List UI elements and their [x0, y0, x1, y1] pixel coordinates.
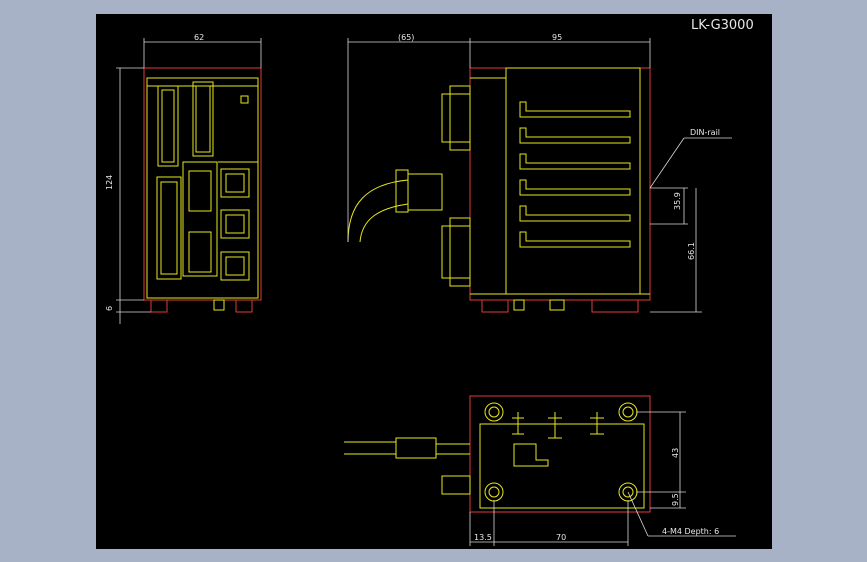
- dim-cable-length: (65): [398, 33, 414, 42]
- side-view: [347, 38, 732, 313]
- callout-din-rail: DIN-rail: [690, 128, 720, 137]
- dim-bottom-pitch-y: 43: [671, 448, 680, 458]
- dim-rail-height-2: 66.1: [687, 242, 696, 260]
- dim-bottom-edge: 13.5: [474, 533, 492, 542]
- dim-rail-height-1: 35.9: [673, 192, 682, 210]
- dim-front-height: 124: [105, 175, 114, 190]
- dim-side-depth: 95: [552, 33, 562, 42]
- drawing-viewport[interactable]: LK-G3000 62 124 6 (65) 95 35.9 66.1 DIN-…: [96, 14, 772, 549]
- cad-drawing: LK-G3000 62 124 6 (65) 95 35.9 66.1 DIN-…: [105, 18, 754, 546]
- bottom-view: [344, 395, 736, 546]
- front-view: [116, 38, 262, 324]
- drawing-title: LK-G3000: [691, 18, 754, 33]
- dim-bottom-edge-y: 9.5: [671, 493, 680, 506]
- callout-thread: 4-M4 Depth: 6: [662, 527, 719, 536]
- dim-front-width: 62: [194, 33, 204, 42]
- dim-bottom-pitch-x: 70: [556, 533, 566, 542]
- dim-front-foot: 6: [105, 306, 114, 311]
